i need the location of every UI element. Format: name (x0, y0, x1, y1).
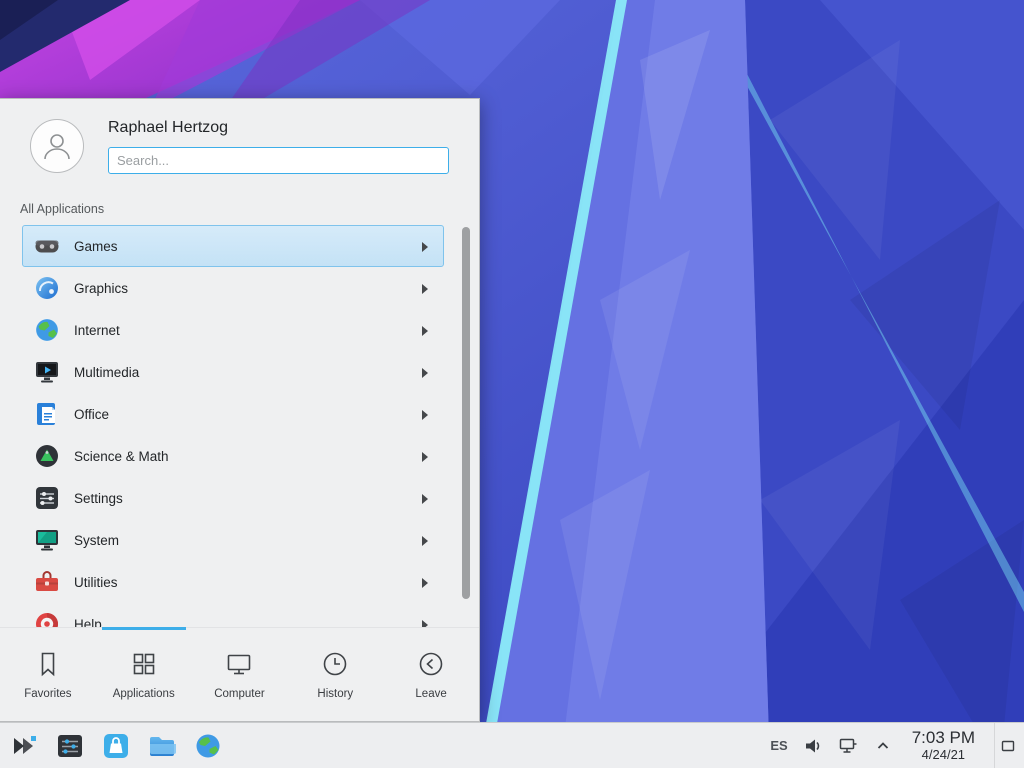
leave-icon (416, 649, 446, 679)
graphics-icon (33, 274, 61, 302)
clock-time: 7:03 PM (912, 728, 975, 748)
submenu-arrow-icon (421, 576, 429, 588)
section-label: All Applications (20, 202, 104, 216)
menu-item-label: Office (74, 407, 408, 422)
show-desktop-icon (1000, 738, 1016, 754)
browser-globe-icon (194, 732, 222, 760)
menu-item-label: Games (74, 239, 408, 254)
menu-item-multimedia[interactable]: Multimedia (22, 351, 444, 393)
menu-item-games[interactable]: Games (22, 225, 444, 267)
expand-tray-icon[interactable] (873, 736, 893, 756)
submenu-arrow-icon (421, 534, 429, 546)
settings-app-icon (55, 731, 85, 761)
avatar[interactable] (30, 119, 84, 173)
menu-item-utilities[interactable]: Utilities (22, 561, 444, 603)
submenu-arrow-icon (421, 366, 429, 378)
application-launcher-menu: Raphael Hertzog All Applications Games (0, 98, 480, 722)
menu-item-office[interactable]: Office (22, 393, 444, 435)
app-launcher-button[interactable] (8, 730, 40, 762)
clock-widget[interactable]: 7:03 PM 4/24/21 (908, 728, 979, 762)
discover-icon (101, 731, 131, 761)
clock-date: 4/24/21 (912, 748, 975, 763)
discover-button[interactable] (100, 730, 132, 762)
clock-icon (320, 649, 350, 679)
submenu-arrow-icon (421, 450, 429, 462)
system-icon (33, 526, 61, 554)
menu-item-system[interactable]: System (22, 519, 444, 561)
show-desktop-button[interactable] (994, 723, 1020, 768)
help-icon (33, 610, 61, 627)
grid-icon (129, 649, 159, 679)
menu-item-label: Settings (74, 491, 408, 506)
monitor-icon (224, 649, 254, 679)
tab-applications[interactable]: Applications (96, 628, 192, 721)
launcher-tabbar: Favorites Applications (0, 627, 479, 721)
file-manager-button[interactable] (146, 730, 178, 762)
gamepad-icon (33, 232, 61, 260)
app-launcher-icon (9, 731, 39, 761)
submenu-arrow-icon (421, 282, 429, 294)
menu-item-label: Utilities (74, 575, 408, 590)
settings-app-button[interactable] (54, 730, 86, 762)
menu-item-graphics[interactable]: Graphics (22, 267, 444, 309)
search-input[interactable] (108, 147, 449, 174)
taskbar-panel: ES 7:03 PM 4/24/21 (0, 722, 1024, 768)
folder-icon (147, 731, 177, 761)
submenu-arrow-icon (421, 324, 429, 336)
tab-favorites[interactable]: Favorites (0, 628, 96, 721)
taskbar-launchers (0, 730, 224, 762)
submenu-arrow-icon (421, 408, 429, 420)
browser-button[interactable] (192, 730, 224, 762)
user-name: Raphael Hertzog (108, 119, 228, 137)
submenu-arrow-icon (421, 240, 429, 252)
science-icon (33, 442, 61, 470)
scrollbar-thumb[interactable] (462, 227, 470, 599)
volume-icon[interactable] (803, 736, 823, 756)
menu-item-help[interactable]: Help (22, 603, 444, 627)
tab-leave[interactable]: Leave (383, 628, 479, 721)
tab-label: Computer (214, 688, 265, 700)
menu-item-settings[interactable]: Settings (22, 477, 444, 519)
category-list: Games Graphics (0, 225, 479, 627)
office-icon (33, 400, 61, 428)
menu-item-science-math[interactable]: Science & Math (22, 435, 444, 477)
menu-item-label: Science & Math (74, 449, 408, 464)
menu-item-internet[interactable]: Internet (22, 309, 444, 351)
tab-label: Favorites (24, 688, 71, 700)
tab-label: History (317, 688, 353, 700)
submenu-arrow-icon (421, 618, 429, 627)
launcher-header: Raphael Hertzog All Applications (0, 99, 479, 207)
tab-label: Applications (113, 688, 175, 700)
user-icon (40, 129, 74, 163)
scrollbar-track[interactable] (462, 227, 470, 627)
globe-icon (33, 316, 61, 344)
submenu-arrow-icon (421, 492, 429, 504)
menu-item-label: Multimedia (74, 365, 408, 380)
keyboard-layout-indicator[interactable]: ES (770, 738, 787, 753)
network-icon[interactable] (838, 736, 858, 756)
settings-icon (33, 484, 61, 512)
menu-item-label: System (74, 533, 408, 548)
tab-label: Leave (415, 688, 446, 700)
menu-item-label: Graphics (74, 281, 408, 296)
active-tab-indicator (102, 627, 186, 630)
menu-item-label: Help (74, 617, 408, 628)
multimedia-icon (33, 358, 61, 386)
tab-computer[interactable]: Computer (192, 628, 288, 721)
utilities-icon (33, 568, 61, 596)
menu-item-label: Internet (74, 323, 408, 338)
bookmark-icon (33, 649, 63, 679)
system-tray: ES 7:03 PM 4/24/21 (770, 723, 1024, 768)
tab-history[interactable]: History (287, 628, 383, 721)
